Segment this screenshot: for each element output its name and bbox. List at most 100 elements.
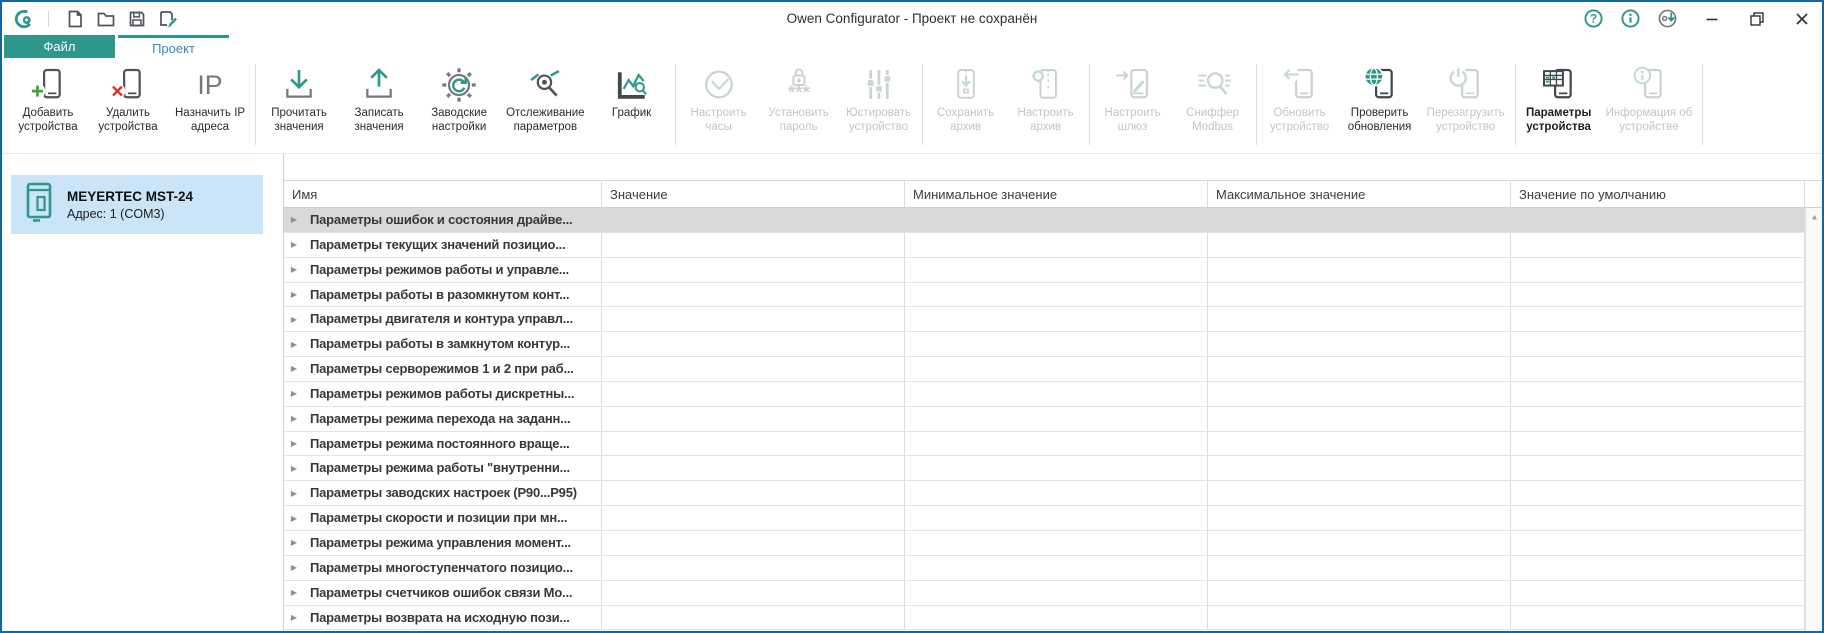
save-as-project-icon[interactable] xyxy=(156,7,180,31)
cell-value xyxy=(602,307,905,331)
monitor-params-button[interactable]: Отслеживание параметров xyxy=(499,59,591,151)
toolbar-button-label: Добавить устройства xyxy=(18,107,77,134)
expand-arrow-icon[interactable]: ▶ xyxy=(284,581,304,605)
table-row[interactable]: ▶Параметры двигателя и контура управл... xyxy=(284,307,1805,332)
column-header-value[interactable]: Значение xyxy=(602,181,905,207)
expand-arrow-icon[interactable]: ▶ xyxy=(284,283,304,307)
table-row[interactable]: ▶Параметры режима работы "внутренни... xyxy=(284,456,1805,481)
device-tree-panel: MEYERTEC MST-24 Адрес: 1 (COM3) xyxy=(2,154,284,631)
table-row[interactable]: ▶Параметры возврата на исходную пози... xyxy=(284,606,1805,631)
cell-value xyxy=(602,283,905,307)
parameter-group-name[interactable]: Параметры возврата на исходную пози... xyxy=(304,606,602,630)
parameter-group-name[interactable]: Параметры двигателя и контура управл... xyxy=(304,307,602,331)
column-header-min[interactable]: Минимальное значение xyxy=(905,181,1208,207)
column-header-max[interactable]: Максимальное значение xyxy=(1208,181,1511,207)
expand-arrow-icon[interactable]: ▶ xyxy=(284,332,304,356)
table-row[interactable]: ▶Параметры режима постоянного враще... xyxy=(284,432,1805,457)
help-button[interactable]: ? xyxy=(1581,7,1605,31)
chart-button[interactable]: График xyxy=(592,59,672,151)
parameter-group-name[interactable]: Параметры текущих значений позицио... xyxy=(304,233,602,257)
expand-arrow-icon[interactable]: ▶ xyxy=(284,407,304,431)
parameter-group-name[interactable]: Параметры режима работы "внутренни... xyxy=(304,456,602,480)
expand-arrow-icon[interactable]: ▶ xyxy=(284,456,304,480)
expand-arrow-icon[interactable]: ▶ xyxy=(284,357,304,381)
toolbar-button-label: Информация об устройстве xyxy=(1606,107,1693,134)
cell-value xyxy=(602,531,905,555)
expand-arrow-icon[interactable]: ▶ xyxy=(284,606,304,630)
add-device-button[interactable]: Добавить устройства xyxy=(8,59,88,151)
parameter-group-name[interactable]: Параметры серворежимов 1 и 2 при раб... xyxy=(304,357,602,381)
table-row[interactable]: ▶Параметры многоступенчатого позицио... xyxy=(284,556,1805,581)
minimize-button[interactable] xyxy=(1700,7,1724,31)
parameter-group-name[interactable]: Параметры счетчиков ошибок связи Мо... xyxy=(304,581,602,605)
check-app-updates-button[interactable] xyxy=(1655,7,1679,31)
parameter-group-name[interactable]: Параметры работы в разомкнутом конт... xyxy=(304,283,602,307)
assign-ip-button[interactable]: IPНазначить IP адреса xyxy=(168,59,252,151)
parameter-group-name[interactable]: Параметры ошибок и состояния драйве... xyxy=(304,208,602,232)
expand-arrow-icon[interactable]: ▶ xyxy=(284,382,304,406)
table-row[interactable]: ▶Параметры скорости и позиции при мн... xyxy=(284,506,1805,531)
device-params-button[interactable]: Параметры устройства xyxy=(1519,59,1599,151)
cell-default-value xyxy=(1511,581,1805,605)
parameter-group-name[interactable]: Параметры режимов работы дискретны... xyxy=(304,382,602,406)
table-row[interactable]: ▶Параметры режимов работы и управле... xyxy=(284,258,1805,283)
check-updates-device-button[interactable]: Проверить обновления xyxy=(1340,59,1420,151)
parameter-group-name[interactable]: Параметры скорости и позиции при мн... xyxy=(304,506,602,530)
column-header-name[interactable]: Имя xyxy=(284,181,602,207)
toolbar-button-label: Установить пароль xyxy=(768,107,828,134)
expand-arrow-icon[interactable]: ▶ xyxy=(284,481,304,505)
parameter-group-name[interactable]: Параметры режима постоянного враще... xyxy=(304,432,602,456)
new-project-icon[interactable] xyxy=(63,7,87,31)
parameter-group-name[interactable]: Параметры режима управления момент... xyxy=(304,531,602,555)
table-row[interactable]: ▶Параметры работы в разомкнутом конт... xyxy=(284,283,1805,308)
expand-arrow-icon[interactable]: ▶ xyxy=(284,556,304,580)
parameter-group-name[interactable]: Параметры работы в замкнутом контур... xyxy=(304,332,602,356)
close-button[interactable] xyxy=(1790,7,1814,31)
device-name: MEYERTEC MST-24 xyxy=(67,189,193,204)
expand-arrow-icon[interactable]: ▶ xyxy=(284,307,304,331)
parameter-group-name[interactable]: Параметры многоступенчатого позицио... xyxy=(304,556,602,580)
restore-button[interactable] xyxy=(1745,7,1769,31)
write-values-button[interactable]: Записать значения xyxy=(339,59,419,151)
set-password-button: ***Установить пароль xyxy=(759,59,839,151)
table-row[interactable]: ▶Параметры текущих значений позицио... xyxy=(284,233,1805,258)
cell-default-value xyxy=(1511,407,1805,431)
table-row[interactable]: ▶Параметры режима перехода на заданн... xyxy=(284,407,1805,432)
table-row[interactable]: ▶Параметры режимов работы дискретны... xyxy=(284,382,1805,407)
parameter-group-name[interactable]: Параметры режимов работы и управле... xyxy=(304,258,602,282)
expand-arrow-icon[interactable]: ▶ xyxy=(284,208,304,232)
column-header-default[interactable]: Значение по умолчанию xyxy=(1511,181,1805,207)
vertical-scrollbar[interactable]: ▲ xyxy=(1805,208,1822,631)
device-item[interactable]: MEYERTEC MST-24 Адрес: 1 (COM3) xyxy=(11,175,263,234)
open-project-icon[interactable] xyxy=(94,7,118,31)
toolbar-button-label: Настроить часы xyxy=(690,107,746,134)
table-row[interactable]: ▶Параметры режима управления момент... xyxy=(284,531,1805,556)
expand-arrow-icon[interactable]: ▶ xyxy=(284,506,304,530)
scroll-up-icon[interactable]: ▲ xyxy=(1810,209,1818,222)
device-info-button: Информация об устройстве xyxy=(1599,59,1700,151)
table-row[interactable]: ▶Параметры работы в замкнутом контур... xyxy=(284,332,1805,357)
cell-min-value xyxy=(905,506,1208,530)
app-window: Owen Configurator - Проект не сохранён ?… xyxy=(0,0,1824,633)
about-button[interactable] xyxy=(1618,7,1642,31)
parameter-group-name[interactable]: Параметры режима перехода на заданн... xyxy=(304,407,602,431)
table-row[interactable]: ▶Параметры заводских настроек (P90...P95… xyxy=(284,481,1805,506)
table-row[interactable]: ▶Параметры счетчиков ошибок связи Мо... xyxy=(284,581,1805,606)
expand-arrow-icon[interactable]: ▶ xyxy=(284,233,304,257)
parameter-group-name[interactable]: Параметры заводских настроек (P90...P95) xyxy=(304,481,602,505)
save-project-icon[interactable] xyxy=(125,7,149,31)
cell-min-value xyxy=(905,283,1208,307)
read-values-button[interactable]: Прочитать значения xyxy=(259,59,339,151)
expand-arrow-icon[interactable]: ▶ xyxy=(284,432,304,456)
remove-device-button[interactable]: Удалить устройства xyxy=(88,59,168,151)
table-row[interactable]: ▶Параметры ошибок и состояния драйве... xyxy=(284,208,1805,233)
cell-min-value xyxy=(905,357,1208,381)
tab-project[interactable]: Проект xyxy=(118,35,229,58)
expand-arrow-icon[interactable]: ▶ xyxy=(284,258,304,282)
factory-settings-button[interactable]: Заводские настройки xyxy=(419,59,499,151)
tab-file[interactable]: Файл xyxy=(4,35,115,58)
configure-gateway-button: Настроить шлюз xyxy=(1093,59,1173,151)
table-row[interactable]: ▶Параметры серворежимов 1 и 2 при раб... xyxy=(284,357,1805,382)
app-logo-icon[interactable] xyxy=(12,7,36,31)
expand-arrow-icon[interactable]: ▶ xyxy=(284,531,304,555)
